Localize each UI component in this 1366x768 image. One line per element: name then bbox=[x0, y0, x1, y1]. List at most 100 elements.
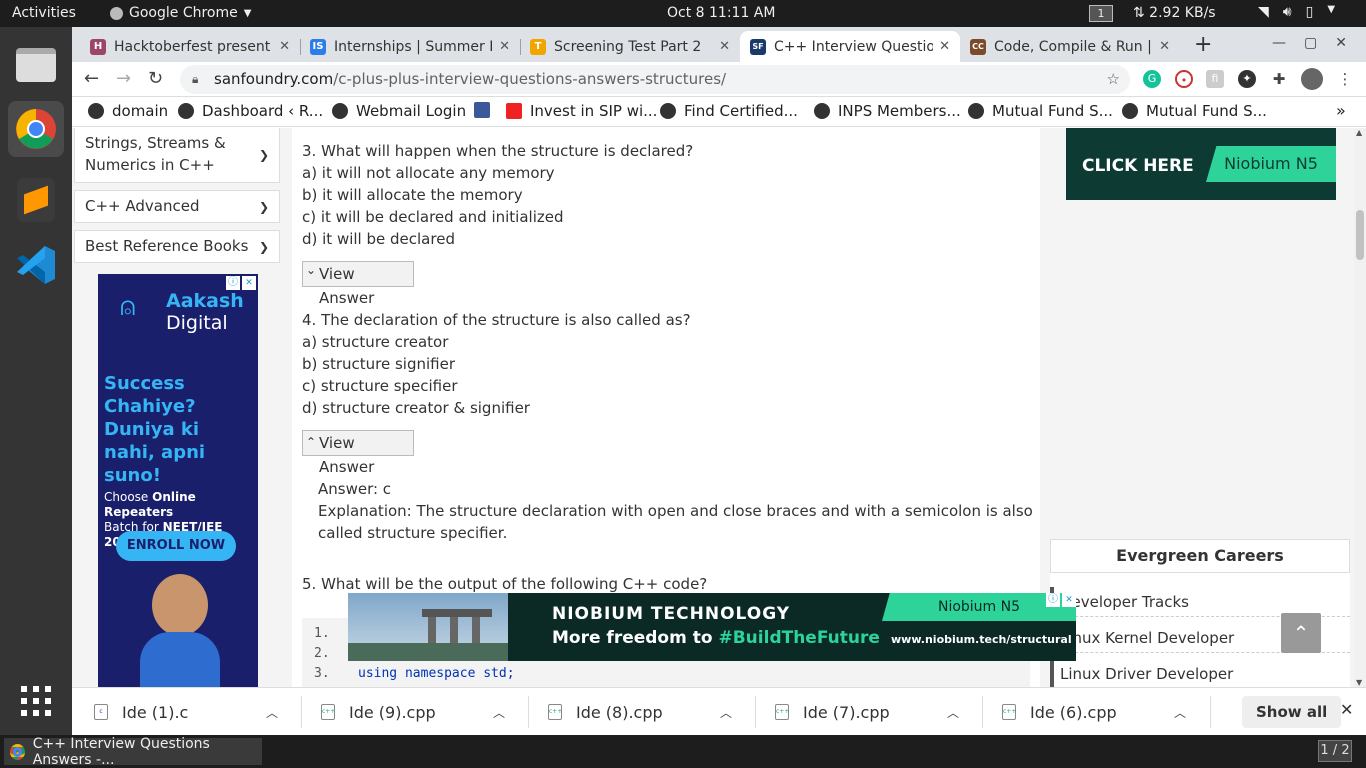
extension-icon[interactable]: ✦ bbox=[1238, 70, 1256, 88]
sidebar-item-reference-books[interactable]: Best Reference Books ❯ bbox=[74, 230, 280, 263]
new-tab-button[interactable]: + bbox=[1194, 32, 1212, 57]
forward-button[interactable]: → bbox=[116, 68, 131, 89]
tab-code-compile[interactable]: CC Code, Compile & Run | ✕ bbox=[960, 31, 1180, 62]
tab-screening-test[interactable]: T Screening Test Part 2 ✕ bbox=[520, 31, 740, 62]
ad-info-icon[interactable]: ⓘ bbox=[1046, 593, 1060, 607]
download-item[interactable]: c++ Ide (9).cpp ︿ bbox=[299, 688, 519, 736]
record-extension-icon[interactable]: • bbox=[1175, 70, 1193, 88]
close-downloads-icon[interactable]: ✕ bbox=[1340, 700, 1353, 719]
tab-title: Internships | Summer I bbox=[334, 38, 494, 55]
scroll-up-arrow[interactable]: ▲ bbox=[1356, 128, 1362, 137]
system-tray[interactable]: ◥ 🔊︎ ▯ ▼ bbox=[1258, 4, 1335, 20]
volume-icon: 🔊︎ bbox=[1282, 4, 1292, 20]
career-link[interactable]: Linux Driver Developer bbox=[1050, 659, 1350, 687]
back-button[interactable]: ← bbox=[84, 68, 99, 89]
chevron-up-icon[interactable]: ︿ bbox=[947, 704, 959, 721]
download-item[interactable]: c Ide (1).c ︿ bbox=[72, 688, 292, 736]
bookmark-item[interactable] bbox=[474, 102, 490, 118]
activities-button[interactable]: Activities bbox=[12, 5, 76, 21]
file-icon: c++ bbox=[775, 704, 789, 720]
page-scrollbar[interactable]: ▲ ▼ bbox=[1354, 128, 1366, 687]
tab-cpp-interview[interactable]: SF C++ Interview Question ✕ bbox=[740, 31, 960, 62]
clock[interactable]: Oct 8 11:11 AM bbox=[667, 5, 775, 21]
option-d: d) structure creator & signifier bbox=[302, 399, 530, 417]
ad-close-icon[interactable]: ✕ bbox=[1062, 593, 1076, 607]
chevron-up-icon[interactable]: ︿ bbox=[266, 704, 278, 721]
ad-cta[interactable]: CLICK HERE bbox=[1082, 156, 1194, 176]
option-d: d) it will be declared bbox=[302, 230, 455, 248]
bookmark-item[interactable]: Webmail Login bbox=[332, 102, 466, 120]
chrome-dock-icon[interactable] bbox=[8, 101, 64, 157]
reload-button[interactable]: ↻ bbox=[148, 68, 163, 89]
aakash-ad-banner[interactable]: ⓘ ✕ ⍝ Aakash Digital Success Chahiye? Du… bbox=[98, 274, 258, 687]
vscode-icon[interactable] bbox=[8, 237, 64, 293]
close-tab-icon[interactable]: ✕ bbox=[279, 39, 290, 54]
sidebar-item-cpp-advanced[interactable]: C++ Advanced ❯ bbox=[74, 190, 280, 223]
files-app-icon[interactable] bbox=[8, 37, 64, 93]
scroll-to-top-button[interactable]: ⌃ bbox=[1281, 613, 1321, 653]
chevron-up-icon[interactable]: ︿ bbox=[493, 704, 505, 721]
show-all-downloads-button[interactable]: Show all bbox=[1242, 696, 1342, 728]
globe-icon bbox=[968, 103, 984, 119]
scrollbar-thumb[interactable] bbox=[1356, 210, 1364, 260]
bookmark-item[interactable]: Mutual Fund S... bbox=[1122, 102, 1267, 120]
answer-explanation: Explanation: The structure declaration w… bbox=[318, 502, 1033, 542]
bookmark-item[interactable]: Invest in SIP wi... bbox=[506, 102, 657, 120]
workspace-indicator[interactable]: 1 bbox=[1089, 5, 1113, 22]
globe-icon bbox=[88, 103, 104, 119]
tab-internships[interactable]: IS Internships | Summer I ✕ bbox=[300, 31, 520, 62]
careers-title: Evergreen Careers bbox=[1050, 539, 1350, 573]
close-tab-icon[interactable]: ✕ bbox=[719, 39, 730, 54]
scroll-down-arrow[interactable]: ▼ bbox=[1356, 678, 1362, 687]
ad-close-icon[interactable]: ✕ bbox=[242, 276, 256, 290]
ad-brand: NIOBIUM TECHNOLOGY bbox=[552, 604, 791, 624]
tab-title: Screening Test Part 2 bbox=[554, 38, 702, 55]
minimize-icon[interactable]: — bbox=[1272, 35, 1286, 51]
grammarly-extension-icon[interactable]: G bbox=[1143, 70, 1161, 88]
chevron-down-icon: ❯ bbox=[258, 200, 269, 214]
chevron-up-icon[interactable]: ︿ bbox=[720, 704, 732, 721]
more-bookmarks-icon[interactable]: » bbox=[1336, 101, 1346, 120]
ad-info-icon[interactable]: ⓘ bbox=[226, 276, 240, 290]
bookmark-item[interactable]: Dashboard ‹ R... bbox=[178, 102, 323, 120]
close-window-icon[interactable]: ✕ bbox=[1335, 35, 1347, 51]
extensions-puzzle-icon[interactable]: ✚ bbox=[1270, 70, 1288, 88]
download-item[interactable]: c++ Ide (7).cpp ︿ bbox=[753, 688, 973, 736]
maximize-icon[interactable]: ▢ bbox=[1304, 35, 1317, 51]
network-speed: ⇅ 2.92 KB/s bbox=[1133, 5, 1216, 21]
bookmark-item[interactable]: domain bbox=[88, 102, 168, 120]
wifi-icon: ◥ bbox=[1258, 4, 1269, 20]
chevron-up-icon[interactable]: ︿ bbox=[1174, 704, 1186, 721]
bookmark-item[interactable]: INPS Members... bbox=[814, 102, 961, 120]
niobium-bottom-ad[interactable]: NIOBIUM TECHNOLOGY More freedom to #Buil… bbox=[348, 593, 1076, 661]
app-menu[interactable]: Google Chrome ▼ bbox=[110, 5, 251, 21]
page-content: Strings, Streams & Numerics in C++ ❯ C++… bbox=[72, 128, 1366, 687]
download-item[interactable]: c++ Ide (8).cpp ︿ bbox=[526, 688, 746, 736]
sublime-text-icon[interactable] bbox=[8, 172, 64, 228]
extension-icon[interactable]: fi bbox=[1206, 70, 1224, 88]
right-sidebar: CLICK HERE Niobium N5 Evergreen Careers … bbox=[1050, 128, 1354, 687]
workspace-pager[interactable]: 1 / 2 bbox=[1318, 740, 1352, 762]
sidebar-item-strings[interactable]: Strings, Streams & Numerics in C++ ❯ bbox=[74, 128, 280, 183]
chrome-menu-icon[interactable]: ⋮ bbox=[1336, 70, 1354, 88]
lock-icon[interactable]: 🔒︎ bbox=[192, 65, 198, 94]
close-tab-icon[interactable]: ✕ bbox=[499, 39, 510, 54]
address-bar[interactable]: 🔒︎ sanfoundry.com/c-plus-plus-interview-… bbox=[180, 65, 1130, 94]
taskbar-window-item[interactable]: C++ Interview Questions Answers -... bbox=[4, 736, 262, 768]
close-tab-icon[interactable]: ✕ bbox=[939, 39, 950, 54]
bookmark-item[interactable]: Find Certified... bbox=[660, 102, 798, 120]
line-number: 3. bbox=[314, 666, 330, 681]
niobium-ad-banner[interactable]: CLICK HERE Niobium N5 bbox=[1066, 128, 1336, 200]
tab-hacktoberfest[interactable]: H Hacktoberfest present ✕ bbox=[80, 31, 300, 62]
system-top-bar: Activities Google Chrome ▼ Oct 8 11:11 A… bbox=[0, 0, 1366, 27]
view-answer-button-q3[interactable]: ⌄ View Answer bbox=[302, 261, 414, 307]
enroll-now-button[interactable]: ENROLL NOW bbox=[116, 531, 236, 561]
close-tab-icon[interactable]: ✕ bbox=[1159, 39, 1170, 54]
view-answer-button-q4[interactable]: ⌃ View Answer bbox=[302, 430, 414, 476]
show-applications-icon[interactable] bbox=[8, 673, 64, 729]
bookmark-item[interactable]: Mutual Fund S... bbox=[968, 102, 1113, 120]
profile-avatar[interactable] bbox=[1301, 68, 1323, 90]
bookmark-star-icon[interactable]: ☆ bbox=[1107, 65, 1120, 94]
question-text: 4. The declaration of the structure is a… bbox=[302, 311, 691, 329]
download-item[interactable]: c++ Ide (6).cpp ︿ bbox=[980, 688, 1200, 736]
